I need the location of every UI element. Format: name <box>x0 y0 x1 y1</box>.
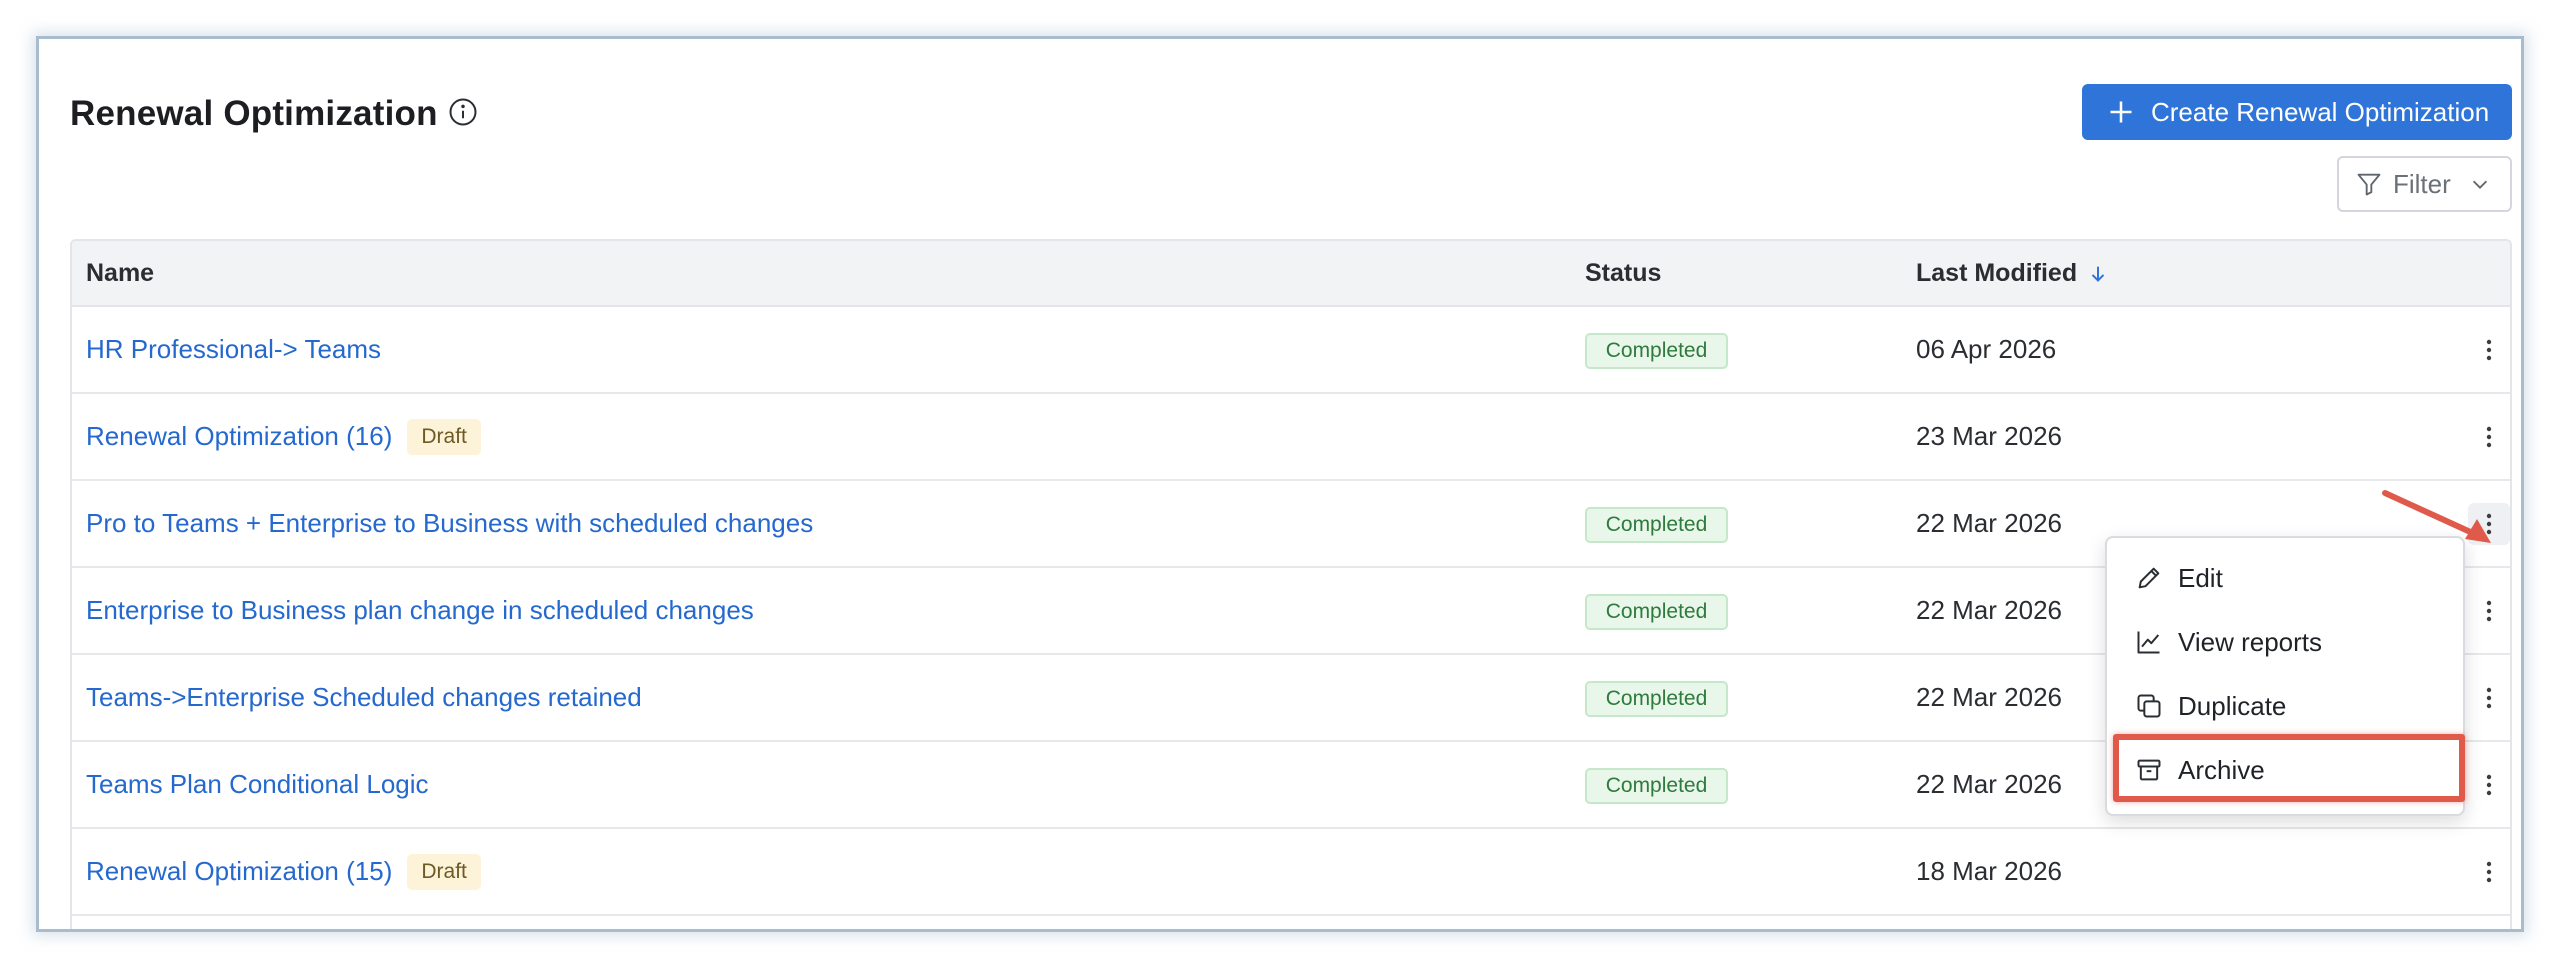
row-date: 06 Apr 2026 <box>1916 334 2057 364</box>
menu-item-label: View reports <box>2178 626 2323 657</box>
line-chart-icon <box>2137 631 2160 654</box>
column-header-status[interactable]: Status <box>1585 259 1661 288</box>
row-actions-button[interactable] <box>2468 329 2510 371</box>
row-actions-button[interactable] <box>2468 503 2510 545</box>
app-frame: Renewal Optimization Create Renewal Opti… <box>36 36 2524 932</box>
menu-item-label: Duplicate <box>2178 690 2287 721</box>
table-header: Name Status Last Modified <box>72 241 2510 307</box>
menu-item-view-reports[interactable]: View reports <box>2107 610 2463 674</box>
draft-badge: Draft <box>407 853 481 890</box>
status-badge: Completed <box>1585 333 1728 369</box>
kebab-icon <box>2486 774 2492 796</box>
row-date: 22 Mar 2026 <box>1916 595 2062 625</box>
filter-label: Filter <box>2393 168 2451 199</box>
row-name-link[interactable]: Renewal Optimization (15) <box>86 856 392 887</box>
row-date: 18 Mar 2026 <box>1916 856 2062 886</box>
page-title: Renewal Optimization <box>70 94 438 133</box>
table-row: Renewal Optimization (16) Draft 23 Mar 2… <box>72 394 2510 481</box>
table-row: HR Professional-> Teams Completed 06 Apr… <box>72 307 2510 394</box>
row-actions-button[interactable] <box>2468 590 2510 632</box>
kebab-icon <box>2486 513 2492 535</box>
create-button-label: Create Renewal Optimization <box>2151 96 2490 127</box>
kebab-icon <box>2486 861 2492 883</box>
kebab-icon <box>2486 339 2492 361</box>
row-date: 22 Mar 2026 <box>1916 508 2062 538</box>
column-header-name[interactable]: Name <box>86 259 154 288</box>
kebab-icon <box>2486 426 2492 448</box>
menu-item-edit[interactable]: Edit <box>2107 546 2463 610</box>
row-actions-button[interactable] <box>2468 677 2510 719</box>
draft-badge: Draft <box>407 418 481 455</box>
table-row: Renewal Optimization (15) Draft 18 Mar 2… <box>72 829 2510 916</box>
menu-item-label: Archive <box>2178 754 2265 785</box>
row-name-link[interactable]: Renewal Optimization (16) <box>86 421 392 452</box>
row-actions-button[interactable] <box>2468 851 2510 893</box>
kebab-icon <box>2486 600 2492 622</box>
filter-button[interactable]: Filter <box>2337 156 2512 212</box>
row-name-link[interactable]: Enterprise to Business plan change in sc… <box>86 595 754 626</box>
info-icon[interactable] <box>448 97 478 127</box>
filter-icon <box>2357 173 2381 196</box>
column-header-last-modified-label: Last Modified <box>1916 259 2078 287</box>
row-name-link[interactable]: Teams->Enterprise Scheduled changes reta… <box>86 682 642 713</box>
pencil-icon <box>2138 567 2160 589</box>
row-actions-button[interactable] <box>2468 416 2510 458</box>
chevron-down-icon <box>2472 180 2487 189</box>
row-actions-menu: Edit View reports Duplicate Archive <box>2105 536 2465 816</box>
status-badge: Completed <box>1585 507 1728 543</box>
row-date: 22 Mar 2026 <box>1916 682 2062 712</box>
column-header-last-modified[interactable]: Last Modified <box>1916 259 2109 288</box>
kebab-icon <box>2486 687 2492 709</box>
row-date: 22 Mar 2026 <box>1916 769 2062 799</box>
menu-item-label: Edit <box>2178 562 2223 593</box>
sort-descending-icon <box>2091 266 2105 282</box>
row-actions-button[interactable] <box>2468 764 2510 806</box>
create-renewal-optimization-button[interactable]: Create Renewal Optimization <box>2082 84 2512 140</box>
copy-icon <box>2137 694 2161 718</box>
row-date: 23 Mar 2026 <box>1916 421 2062 451</box>
row-name-link[interactable]: Pro to Teams + Enterprise to Business wi… <box>86 508 813 539</box>
archive-icon <box>2137 759 2161 781</box>
row-name-link[interactable]: Teams Plan Conditional Logic <box>86 769 429 800</box>
menu-item-duplicate[interactable]: Duplicate <box>2107 674 2463 738</box>
plus-icon <box>2110 101 2132 123</box>
status-badge: Completed <box>1585 768 1728 804</box>
menu-item-archive[interactable]: Archive <box>2107 738 2463 802</box>
status-badge: Completed <box>1585 681 1728 717</box>
status-badge: Completed <box>1585 594 1728 630</box>
row-name-link[interactable]: HR Professional-> Teams <box>86 334 381 365</box>
